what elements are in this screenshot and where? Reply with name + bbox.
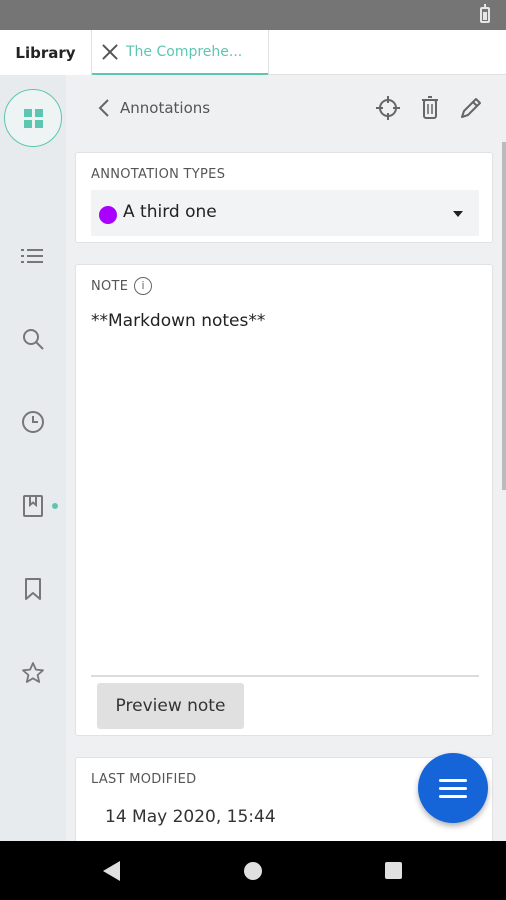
tab-document[interactable]: The Comprehe...: [92, 30, 268, 75]
side-rail: [0, 75, 66, 841]
back-chevron-icon[interactable]: [94, 97, 116, 119]
system-nav-bar: [0, 841, 506, 900]
menu-icon-line: [439, 786, 467, 790]
annotation-types-card: ANNOTATION TYPES A third one: [75, 152, 493, 243]
rail-item-grid[interactable]: [0, 85, 66, 151]
search-icon: [23, 329, 44, 350]
star-icon: [22, 662, 44, 683]
rail-active-circle: [4, 89, 62, 147]
history-clock-icon: [22, 411, 44, 433]
nav-home-icon[interactable]: [244, 862, 262, 880]
annotations-book-icon: [23, 495, 43, 517]
note-label: NOTE: [91, 279, 129, 294]
last-modified-label: LAST MODIFIED: [91, 772, 197, 787]
tab-document-title: The Comprehe...: [126, 43, 243, 60]
tab-divider: [268, 30, 269, 75]
page-title: Annotations: [120, 99, 211, 117]
scrollbar[interactable]: [502, 142, 506, 490]
note-divider: [91, 675, 479, 677]
preview-note-button[interactable]: Preview note: [97, 683, 244, 729]
annotation-type-value: A third one: [123, 202, 217, 222]
active-indicator-dot: [52, 503, 58, 509]
annotations-header: Annotations: [66, 75, 506, 141]
tab-library[interactable]: Library: [0, 30, 92, 75]
trash-icon[interactable]: [417, 95, 443, 121]
battery-icon: [480, 4, 490, 23]
pencil-icon[interactable]: [458, 95, 484, 121]
rail-item-contents[interactable]: [0, 234, 66, 278]
info-icon[interactable]: i: [134, 277, 152, 295]
grid-icon: [23, 108, 43, 128]
menu-fab-button[interactable]: [418, 753, 488, 823]
crosshair-icon[interactable]: [375, 95, 401, 121]
rail-item-annotations[interactable]: [0, 484, 66, 528]
annotation-types-label: ANNOTATION TYPES: [91, 167, 226, 182]
nav-recents-icon[interactable]: [385, 862, 402, 879]
main-panel: Annotations ANNOTATION TYPES A third one…: [66, 75, 506, 847]
note-card: NOTE i **Markdown notes** Preview note: [75, 264, 493, 736]
rail-item-search[interactable]: [0, 317, 66, 361]
bookmark-icon: [25, 578, 41, 600]
tab-bar: Library The Comprehe...: [0, 30, 506, 75]
note-text-area[interactable]: **Markdown notes**: [91, 311, 265, 331]
close-tab-icon[interactable]: [100, 42, 120, 62]
menu-icon-line: [439, 794, 467, 798]
status-bar: [0, 0, 506, 30]
rail-item-history[interactable]: [0, 400, 66, 444]
menu-icon-line: [439, 778, 467, 782]
annotation-type-select[interactable]: A third one: [91, 190, 479, 236]
rail-item-bookmarks[interactable]: [0, 567, 66, 611]
list-icon: [21, 249, 43, 263]
type-color-dot: [99, 206, 117, 224]
dropdown-caret-icon: [453, 211, 463, 217]
last-modified-value: 14 May 2020, 15:44: [105, 807, 276, 827]
rail-item-favorites[interactable]: [0, 651, 66, 695]
nav-back-icon[interactable]: [103, 861, 120, 881]
